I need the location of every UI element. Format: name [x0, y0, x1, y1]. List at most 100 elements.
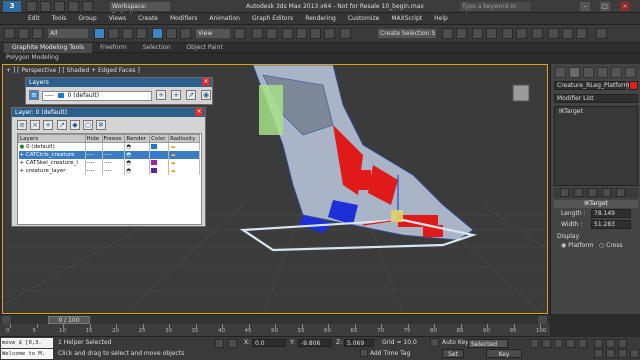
layer-color-swatch[interactable]	[151, 159, 158, 165]
remove-modifier-icon[interactable]	[602, 188, 611, 197]
named-selection-dropdown[interactable]: Create Selection S	[378, 29, 436, 38]
highlight-selected-layers-icon[interactable]: ◆	[70, 120, 80, 130]
zoom-extents-icon[interactable]	[618, 339, 627, 348]
configure-sets-icon[interactable]	[616, 188, 625, 197]
next-key-icon[interactable]	[566, 339, 575, 348]
material-editor-icon[interactable]	[532, 28, 543, 39]
app-menu-button[interactable]: 3	[3, 1, 21, 12]
add-selected-to-layer-icon[interactable]: +	[43, 120, 53, 130]
layer-hide-cell[interactable]	[85, 142, 103, 151]
layer-hide-cell[interactable]: ----	[85, 150, 103, 159]
col-hide[interactable]: Hide	[84, 134, 103, 143]
spinner-snap-icon[interactable]	[324, 28, 335, 39]
go-to-start-icon[interactable]	[530, 339, 539, 348]
add-to-layer-icon[interactable]: +	[156, 90, 166, 100]
freeze-all-layers-icon[interactable]: ❄	[96, 120, 106, 130]
undo-icon[interactable]	[4, 28, 15, 39]
layer-freeze-cell[interactable]: ----	[102, 150, 126, 159]
cross-radio[interactable]: ○ Cross	[599, 242, 623, 249]
mirror-icon[interactable]	[442, 28, 453, 39]
key-mode-icon[interactable]	[430, 338, 439, 347]
radiosity-icon[interactable]: ☁	[168, 142, 200, 151]
track-bar[interactable]: 0 5 10 15 20 25 30 35 40 45 50 55 60 65 70 75 80 85 90 95 10…	[0, 324, 550, 337]
percent-snap-icon[interactable]	[310, 28, 321, 39]
layer-manager-icon[interactable]	[472, 28, 483, 39]
selection-filter-dropdown[interactable]: All	[48, 29, 88, 38]
maxscript-output-line[interactable]: Welcome to M.	[1, 349, 53, 359]
manipulate-icon[interactable]	[252, 28, 263, 39]
col-radiosity[interactable]: Radiosity	[168, 134, 200, 143]
key-filters-button[interactable]: Key Filters...	[486, 349, 522, 358]
menu-tools[interactable]: Tools	[46, 13, 73, 25]
menu-help[interactable]: Help	[428, 13, 454, 25]
set-current-layer-icon[interactable]: ◉	[201, 90, 211, 100]
radiosity-icon[interactable]: ☁	[168, 150, 200, 159]
polygon-modeling-label[interactable]: Polygon Modeling	[0, 53, 550, 62]
radiosity-icon[interactable]: ☁	[168, 166, 200, 175]
tab-graphite-modeling-tools[interactable]: Graphite Modeling Tools	[4, 43, 93, 53]
perspective-viewport[interactable]: + ] [ Perspective ] [ Shaded + Edged Fac…	[2, 64, 548, 314]
make-unique-icon[interactable]	[588, 188, 597, 197]
tab-object-paint[interactable]: Object Paint	[178, 43, 230, 53]
redo-icon[interactable]	[82, 1, 93, 12]
col-freeze[interactable]: Freeze	[101, 134, 126, 143]
snaps-toggle-icon[interactable]	[282, 28, 293, 39]
maxscript-listener-line[interactable]: move $ [0,3.	[1, 338, 53, 348]
prev-frame-icon[interactable]	[2, 316, 11, 324]
field-of-view-icon[interactable]	[594, 349, 603, 358]
select-layer-objects-icon[interactable]: ↗	[186, 90, 196, 100]
display-tab-icon[interactable]	[611, 67, 622, 78]
maximize-button[interactable]: □	[600, 2, 610, 11]
utilities-tab-icon[interactable]	[625, 67, 636, 78]
menu-views[interactable]: Views	[103, 13, 132, 25]
orbit-icon[interactable]	[618, 349, 627, 358]
zoom-all-icon[interactable]	[606, 339, 615, 348]
time-tag-icon[interactable]	[360, 349, 368, 357]
time-slider-thumb[interactable]: 0 / 100	[48, 316, 90, 324]
col-layers[interactable]: Layers	[18, 134, 86, 143]
layer-color-swatch[interactable]	[151, 167, 158, 173]
time-slider-track[interactable]: 0 / 100	[0, 314, 550, 324]
select-by-name-icon[interactable]	[108, 28, 119, 39]
tab-selection[interactable]: Selection	[135, 43, 179, 53]
schematic-view-icon[interactable]	[516, 28, 527, 39]
close-window-button[interactable]: ×	[620, 2, 630, 11]
menu-rendering[interactable]: Rendering	[299, 13, 342, 25]
table-row[interactable]: + CATCtrls_creature ---- ---- ◓ ☁	[18, 150, 200, 159]
open-file-icon[interactable]	[40, 1, 51, 12]
layer-color-swatch[interactable]	[151, 143, 158, 149]
teapot-icon[interactable]: ◓	[124, 166, 151, 175]
menu-modifiers[interactable]: Modifiers	[164, 13, 203, 25]
viewport-label[interactable]: + ] [ Perspective ] [ Shaded + Edged Fac…	[6, 67, 140, 74]
create-tab-icon[interactable]	[555, 67, 566, 78]
new-file-icon[interactable]	[26, 1, 37, 12]
y-coordinate-input[interactable]: -9.806	[298, 339, 332, 347]
iktarget-rollout-header[interactable]: IKTarget	[554, 200, 638, 208]
menu-group[interactable]: Group	[72, 13, 102, 25]
platform-radio[interactable]: ◉ Platform	[561, 242, 593, 249]
select-and-move-icon[interactable]	[152, 28, 163, 39]
current-layer-dropdown[interactable]: ---- 0 (default)	[42, 91, 152, 101]
workspace-dropdown[interactable]: Workspace: Default	[110, 2, 170, 19]
keyboard-shortcut-icon[interactable]	[266, 28, 277, 39]
play-icon[interactable]	[554, 339, 563, 348]
modifier-list-dropdown[interactable]: Modifier List	[554, 94, 638, 103]
modify-tab-icon[interactable]	[569, 67, 580, 78]
key-set-dropdown[interactable]: Selected	[468, 339, 508, 348]
zoom-icon[interactable]	[594, 339, 603, 348]
teapot-icon[interactable]: ◓	[124, 158, 151, 167]
layer-freeze-cell[interactable]: ----	[102, 158, 126, 167]
col-render[interactable]: Render	[124, 134, 151, 143]
select-object-icon[interactable]	[94, 28, 105, 39]
set-key-button[interactable]: Set Key	[442, 349, 464, 358]
rendered-frame-icon[interactable]	[562, 28, 573, 39]
teapot-render-icon[interactable]	[596, 28, 607, 39]
motion-tab-icon[interactable]	[597, 67, 608, 78]
window-crossing-icon[interactable]	[136, 28, 147, 39]
align-icon[interactable]	[456, 28, 467, 39]
show-end-result-icon[interactable]	[574, 188, 583, 197]
maximize-viewport-icon[interactable]	[630, 349, 639, 358]
create-layer-icon[interactable]: +	[171, 90, 181, 100]
layer-manager-icon[interactable]: ≡	[29, 90, 39, 100]
teapot-icon[interactable]: ◓	[124, 150, 151, 159]
